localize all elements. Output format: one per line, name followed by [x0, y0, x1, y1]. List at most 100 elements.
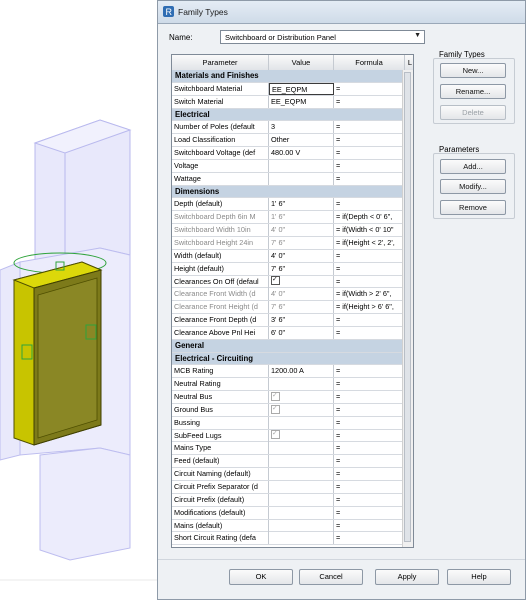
parameter-formula[interactable]: =: [334, 121, 405, 134]
add-parameter-button[interactable]: Add...: [440, 159, 506, 174]
modify-parameter-button[interactable]: Modify...: [440, 179, 506, 194]
parameter-formula[interactable]: =: [334, 429, 405, 442]
parameter-value[interactable]: [269, 403, 334, 416]
table-row[interactable]: SubFeed Lugs =: [172, 429, 405, 443]
parameter-value[interactable]: [269, 506, 334, 519]
parameter-formula[interactable]: =: [334, 481, 405, 493]
table-row[interactable]: Height (default) 7' 6" =: [172, 262, 412, 276]
delete-type-button[interactable]: Delete: [440, 105, 506, 120]
parameter-value[interactable]: 3: [269, 121, 334, 134]
cancel-button[interactable]: Cancel: [299, 569, 363, 585]
apply-button[interactable]: Apply: [375, 569, 439, 585]
table-row[interactable]: Switchboard Material EE_EQPM =: [172, 82, 405, 96]
parameter-formula[interactable]: =: [334, 468, 405, 481]
column-header-lock[interactable]: L: [405, 55, 413, 70]
table-row[interactable]: Voltage =: [172, 159, 405, 173]
table-row[interactable]: Number of Poles (default 3 =: [172, 121, 405, 135]
parameter-formula[interactable]: =: [334, 493, 405, 506]
table-row[interactable]: Depth (default) 1' 6" =: [172, 198, 412, 212]
table-row[interactable]: Feed (default) =: [172, 455, 405, 469]
parameter-formula[interactable]: =: [334, 172, 405, 185]
parameter-value[interactable]: [269, 442, 334, 455]
parameter-value[interactable]: EE_EQPM: [269, 82, 334, 95]
table-row[interactable]: Clearance Front Depth (d 3' 6" =: [172, 314, 412, 327]
parameter-value[interactable]: 7' 6": [269, 262, 334, 275]
parameter-formula[interactable]: = if(Width < 0' 10": [334, 224, 405, 237]
parameter-value[interactable]: [269, 416, 334, 429]
parameter-value[interactable]: [269, 159, 334, 172]
parameter-formula[interactable]: =: [334, 159, 405, 172]
table-row[interactable]: Switch Material EE_EQPM =: [172, 95, 405, 109]
table-row[interactable]: Circuit Prefix Separator (d =: [172, 481, 405, 494]
parameter-formula[interactable]: =: [334, 365, 405, 378]
parameter-formula[interactable]: =: [334, 262, 405, 275]
table-row[interactable]: Clearance Front Height (d 7' 6" = if(Heigh…: [172, 301, 412, 315]
column-header-formula[interactable]: Formula: [334, 55, 405, 70]
table-row[interactable]: Width (default) 4' 0" =: [172, 249, 412, 263]
parameter-formula[interactable]: = if(Height > 6' 6",: [334, 301, 405, 314]
parameter-value[interactable]: 6' 0": [269, 326, 334, 339]
remove-parameter-button[interactable]: Remove: [440, 200, 506, 215]
parameter-formula[interactable]: =: [334, 519, 405, 532]
parameter-checkbox[interactable]: [271, 404, 280, 415]
table-row[interactable]: Neutral Rating =: [172, 378, 405, 392]
parameter-formula[interactable]: =: [334, 275, 405, 288]
parameter-formula[interactable]: =: [334, 442, 405, 455]
parameter-formula[interactable]: =: [334, 249, 405, 262]
parameter-formula[interactable]: =: [334, 403, 405, 416]
grid-scrollbar[interactable]: [402, 70, 413, 547]
parameter-value[interactable]: 3' 6": [269, 314, 334, 327]
table-row[interactable]: Wattage =: [172, 172, 405, 186]
table-row[interactable]: MCB Rating 1200.00 A =: [172, 365, 405, 379]
table-row[interactable]: Clearance Front Width (d 4' 0" = if(Width …: [172, 288, 412, 302]
table-row[interactable]: Circuit Naming (default) =: [172, 468, 405, 481]
parameter-value[interactable]: [269, 493, 334, 506]
parameter-formula[interactable]: =: [334, 378, 405, 391]
parameter-value[interactable]: [269, 481, 334, 493]
parameter-formula[interactable]: = if(Width > 2' 6",: [334, 288, 405, 301]
scrollbar-thumb[interactable]: [404, 72, 411, 542]
parameter-formula[interactable]: =: [334, 198, 405, 211]
grid-group-header[interactable]: Electrical - Circuiting: [172, 352, 404, 366]
table-row[interactable]: Ground Bus =: [172, 403, 405, 417]
grid-group-header[interactable]: Dimensions: [172, 185, 404, 199]
table-row[interactable]: Switchboard Voltage (def 480.00 V =: [172, 147, 405, 160]
parameter-formula[interactable]: =: [334, 326, 405, 339]
table-row[interactable]: Switchboard Width 10in 4' 0" = if(Width < …: [172, 224, 412, 237]
parameter-value[interactable]: [269, 429, 334, 442]
parameter-value[interactable]: 1' 6": [269, 198, 334, 211]
parameter-value[interactable]: 4' 0": [269, 224, 334, 237]
parameter-value[interactable]: 480.00 V: [269, 147, 334, 160]
rename-type-button[interactable]: Rename...: [440, 84, 506, 99]
parameter-formula[interactable]: =: [334, 455, 405, 468]
parameter-formula[interactable]: =: [334, 147, 405, 160]
parameter-value[interactable]: Other: [269, 134, 334, 147]
parameter-formula[interactable]: =: [334, 314, 405, 327]
parameter-value[interactable]: 1' 6": [269, 211, 334, 224]
parameter-formula[interactable]: =: [334, 95, 405, 108]
parameter-checkbox[interactable]: [271, 276, 280, 286]
parameter-formula[interactable]: =: [334, 134, 405, 147]
grid-group-header[interactable]: Materials and Finishes: [172, 70, 404, 83]
family-type-name-dropdown[interactable]: Switchboard or Distribution Panel ▼: [220, 30, 425, 44]
table-row[interactable]: Switchboard Depth 6in M 1' 6" = if(Depth <…: [172, 211, 412, 225]
parameter-formula[interactable]: =: [334, 416, 405, 429]
table-row[interactable]: Short Circuit Rating (defa =: [172, 532, 405, 546]
table-row[interactable]: Circuit Prefix (default) =: [172, 493, 405, 507]
parameter-formula[interactable]: = if(Depth < 0' 6",: [334, 211, 405, 224]
table-row[interactable]: Clearances On Off (defaul =: [172, 275, 405, 289]
parameter-value[interactable]: 7' 6": [269, 236, 334, 249]
parameter-value[interactable]: 1200.00 A: [269, 365, 334, 378]
parameter-value[interactable]: 7' 6": [269, 301, 334, 314]
parameter-formula[interactable]: =: [334, 506, 405, 519]
table-row[interactable]: Neutral Bus =: [172, 391, 405, 404]
help-button[interactable]: Help: [447, 569, 511, 585]
parameter-value[interactable]: [269, 172, 334, 185]
new-type-button[interactable]: New...: [440, 63, 506, 78]
parameter-value[interactable]: [269, 468, 334, 481]
parameter-value[interactable]: [269, 275, 334, 288]
parameter-value[interactable]: 4' 0": [269, 288, 334, 301]
parameter-value[interactable]: [269, 455, 334, 468]
table-row[interactable]: Modifications (default) =: [172, 506, 405, 520]
parameter-checkbox[interactable]: [271, 391, 280, 402]
